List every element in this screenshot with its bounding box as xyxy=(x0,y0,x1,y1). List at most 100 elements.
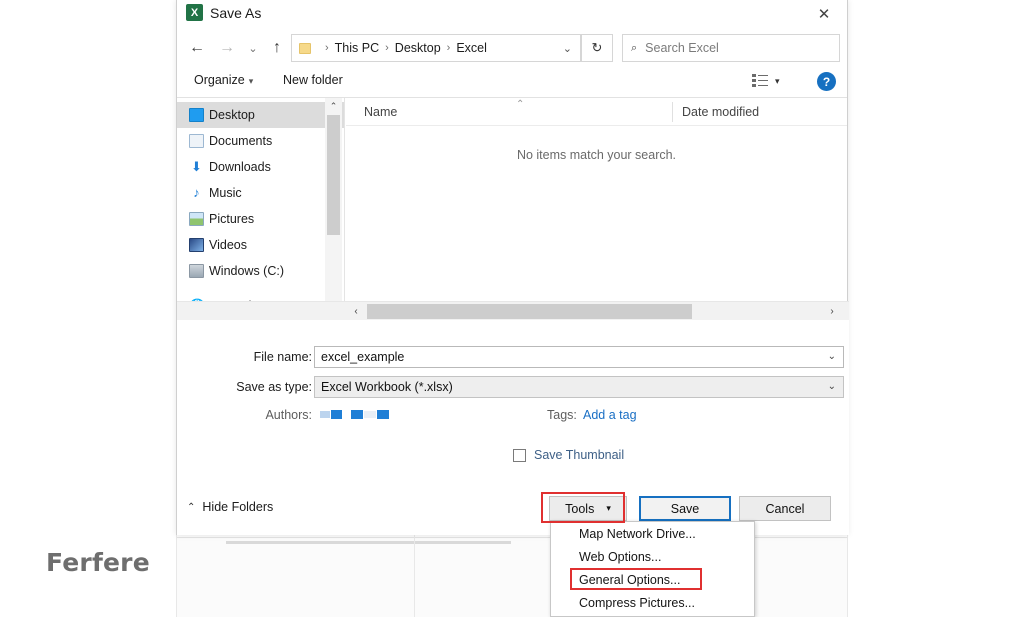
screenshot-root: Ferfere X Save As ✕ ← → ⌄ ↑ › This PC › … xyxy=(0,0,1024,617)
documents-icon xyxy=(189,134,204,148)
search-icon: ⌕ xyxy=(631,41,638,54)
save-as-type-select[interactable]: Excel Workbook (*.xlsx) ⌄ xyxy=(314,376,844,398)
chevron-down-icon[interactable]: ▾ xyxy=(775,76,780,87)
breadcrumb-item-0[interactable]: This PC xyxy=(335,41,379,55)
drive-icon xyxy=(189,264,204,278)
refresh-icon[interactable]: ↻ xyxy=(581,34,613,62)
menu-item-compress-pictures[interactable]: Compress Pictures... xyxy=(551,591,754,614)
cancel-button[interactable]: Cancel xyxy=(739,496,831,521)
navigation-pane-scrollbar[interactable]: ⌃ ⌄ xyxy=(325,98,342,328)
desktop-icon xyxy=(189,108,204,122)
sidebar-item-pictures[interactable]: Pictures xyxy=(177,206,344,232)
organize-label: Organize xyxy=(194,73,245,87)
downloads-icon: ⬇ xyxy=(191,159,202,174)
window-title: Save As xyxy=(210,5,262,21)
menu-item-general-options[interactable]: General Options... xyxy=(551,568,754,591)
sidebar-item-documents[interactable]: Documents xyxy=(177,128,344,154)
excel-icon: X xyxy=(186,4,203,21)
list-view-icon[interactable] xyxy=(752,74,768,88)
sort-ascending-icon: ⌃ xyxy=(516,99,525,110)
breadcrumb-item-1[interactable]: Desktop xyxy=(395,41,441,55)
authors-value[interactable] xyxy=(320,410,389,419)
sidebar-item-label: Pictures xyxy=(209,212,255,226)
horizontal-scrollbar-thumb[interactable] xyxy=(367,304,692,319)
scroll-left-icon[interactable]: ‹ xyxy=(347,302,365,320)
save-as-dialog: X Save As ✕ ← → ⌄ ↑ › This PC › Desktop … xyxy=(176,0,849,535)
file-name-input[interactable]: excel_example ⌄ xyxy=(314,346,844,368)
command-bar: Organize ▾ New folder ▾ ? xyxy=(177,68,847,98)
hide-folders-button[interactable]: ⌃ Hide Folders xyxy=(187,500,273,514)
tools-label: Tools xyxy=(565,501,595,516)
save-thumbnail-label: Save Thumbnail xyxy=(534,448,625,462)
sidebar-item-windows-c[interactable]: Windows (C:) xyxy=(177,258,344,284)
menu-item-map-network-drive[interactable]: Map Network Drive... xyxy=(551,522,754,545)
tools-button[interactable]: Tools ▾ xyxy=(549,496,627,521)
scrollbar-thumb[interactable] xyxy=(327,115,340,235)
sidebar-item-videos[interactable]: Videos xyxy=(177,232,344,258)
save-thumbnail-checkbox[interactable] xyxy=(513,448,526,462)
back-icon[interactable]: ← xyxy=(185,36,209,60)
sidebar-item-label: Windows (C:) xyxy=(209,264,285,278)
scroll-up-icon[interactable]: ⌃ xyxy=(325,98,342,115)
music-icon: ♪ xyxy=(193,185,200,200)
tags-label: Tags: xyxy=(547,408,577,422)
dialog-body: Desktop Documents ⬇ Downloads ♪ Music Pi… xyxy=(177,98,847,328)
column-header-name[interactable]: Name xyxy=(364,105,397,119)
file-name-value: excel_example xyxy=(321,350,405,364)
navigation-pane: Desktop Documents ⬇ Downloads ♪ Music Pi… xyxy=(177,98,345,328)
menu-item-web-options[interactable]: Web Options... xyxy=(551,545,754,568)
save-thumbnail-row[interactable]: Save Thumbnail xyxy=(513,448,624,462)
navigation-bar: ← → ⌄ ↑ › This PC › Desktop › Excel ⌄ ↻ … xyxy=(177,28,847,68)
sidebar-item-label: Videos xyxy=(209,238,247,252)
chevron-down-icon[interactable]: ⌄ xyxy=(828,381,836,392)
chevron-down-icon[interactable]: ⌄ xyxy=(563,42,572,55)
scroll-right-icon[interactable]: › xyxy=(823,302,841,320)
chevron-down-icon: ▾ xyxy=(606,503,611,513)
close-icon[interactable]: ✕ xyxy=(801,0,847,28)
help-icon[interactable]: ? xyxy=(817,72,836,91)
file-list-pane: Name ⌃ Date modified No items match your… xyxy=(346,98,847,328)
background-left xyxy=(0,0,176,617)
authors-redacted-block-1 xyxy=(320,410,342,419)
authors-label: Authors: xyxy=(265,408,312,422)
folder-icon xyxy=(299,42,311,54)
forward-icon[interactable]: → xyxy=(215,36,239,60)
search-input[interactable]: ⌕ Search Excel xyxy=(622,34,840,62)
sidebar-item-label: Desktop xyxy=(209,108,255,122)
organize-button[interactable]: Organize ▾ xyxy=(194,73,253,87)
search-placeholder: Search Excel xyxy=(645,41,719,55)
chevron-up-icon: ⌃ xyxy=(187,501,196,513)
column-divider[interactable] xyxy=(672,102,673,122)
chevron-down-icon[interactable]: ⌄ xyxy=(828,351,836,362)
breadcrumb[interactable]: › This PC › Desktop › Excel ⌄ xyxy=(291,34,581,62)
sidebar-item-label: Downloads xyxy=(209,160,271,174)
add-a-tag-link[interactable]: Add a tag xyxy=(583,408,637,422)
breadcrumb-sep-0: › xyxy=(325,42,329,54)
save-as-type-label: Save as type: xyxy=(236,380,312,394)
sidebar-item-downloads[interactable]: ⬇ Downloads xyxy=(177,154,344,180)
sidebar-item-desktop[interactable]: Desktop xyxy=(177,102,344,128)
column-header-date-modified[interactable]: Date modified xyxy=(682,105,759,119)
sidebar-item-label: Music xyxy=(209,186,242,200)
breadcrumb-sep-2: › xyxy=(446,42,451,54)
save-button[interactable]: Save xyxy=(639,496,731,521)
file-list-header: Name ⌃ Date modified xyxy=(346,98,847,126)
sidebar-item-music[interactable]: ♪ Music xyxy=(177,180,344,206)
watermark: Ferfere xyxy=(46,548,150,577)
new-folder-button[interactable]: New folder xyxy=(283,73,343,87)
breadcrumb-item-2[interactable]: Excel xyxy=(456,41,487,55)
videos-icon xyxy=(189,238,204,252)
empty-list-message: No items match your search. xyxy=(516,148,677,162)
up-icon[interactable]: ↑ xyxy=(265,36,289,60)
chevron-down-icon[interactable]: ⌄ xyxy=(241,36,265,60)
title-bar: X Save As ✕ xyxy=(177,0,847,28)
horizontal-scrollbar[interactable]: ‹ › xyxy=(177,301,849,320)
chevron-down-icon: ▾ xyxy=(248,76,254,86)
tools-dropdown-menu[interactable]: Map Network Drive... Web Options... Gene… xyxy=(550,521,755,617)
breadcrumb-sep-1: › xyxy=(385,42,389,54)
sidebar-item-label: Documents xyxy=(209,134,273,148)
file-name-label: File name: xyxy=(253,350,312,364)
pictures-icon xyxy=(189,212,204,226)
hide-folders-label: Hide Folders xyxy=(202,500,274,514)
